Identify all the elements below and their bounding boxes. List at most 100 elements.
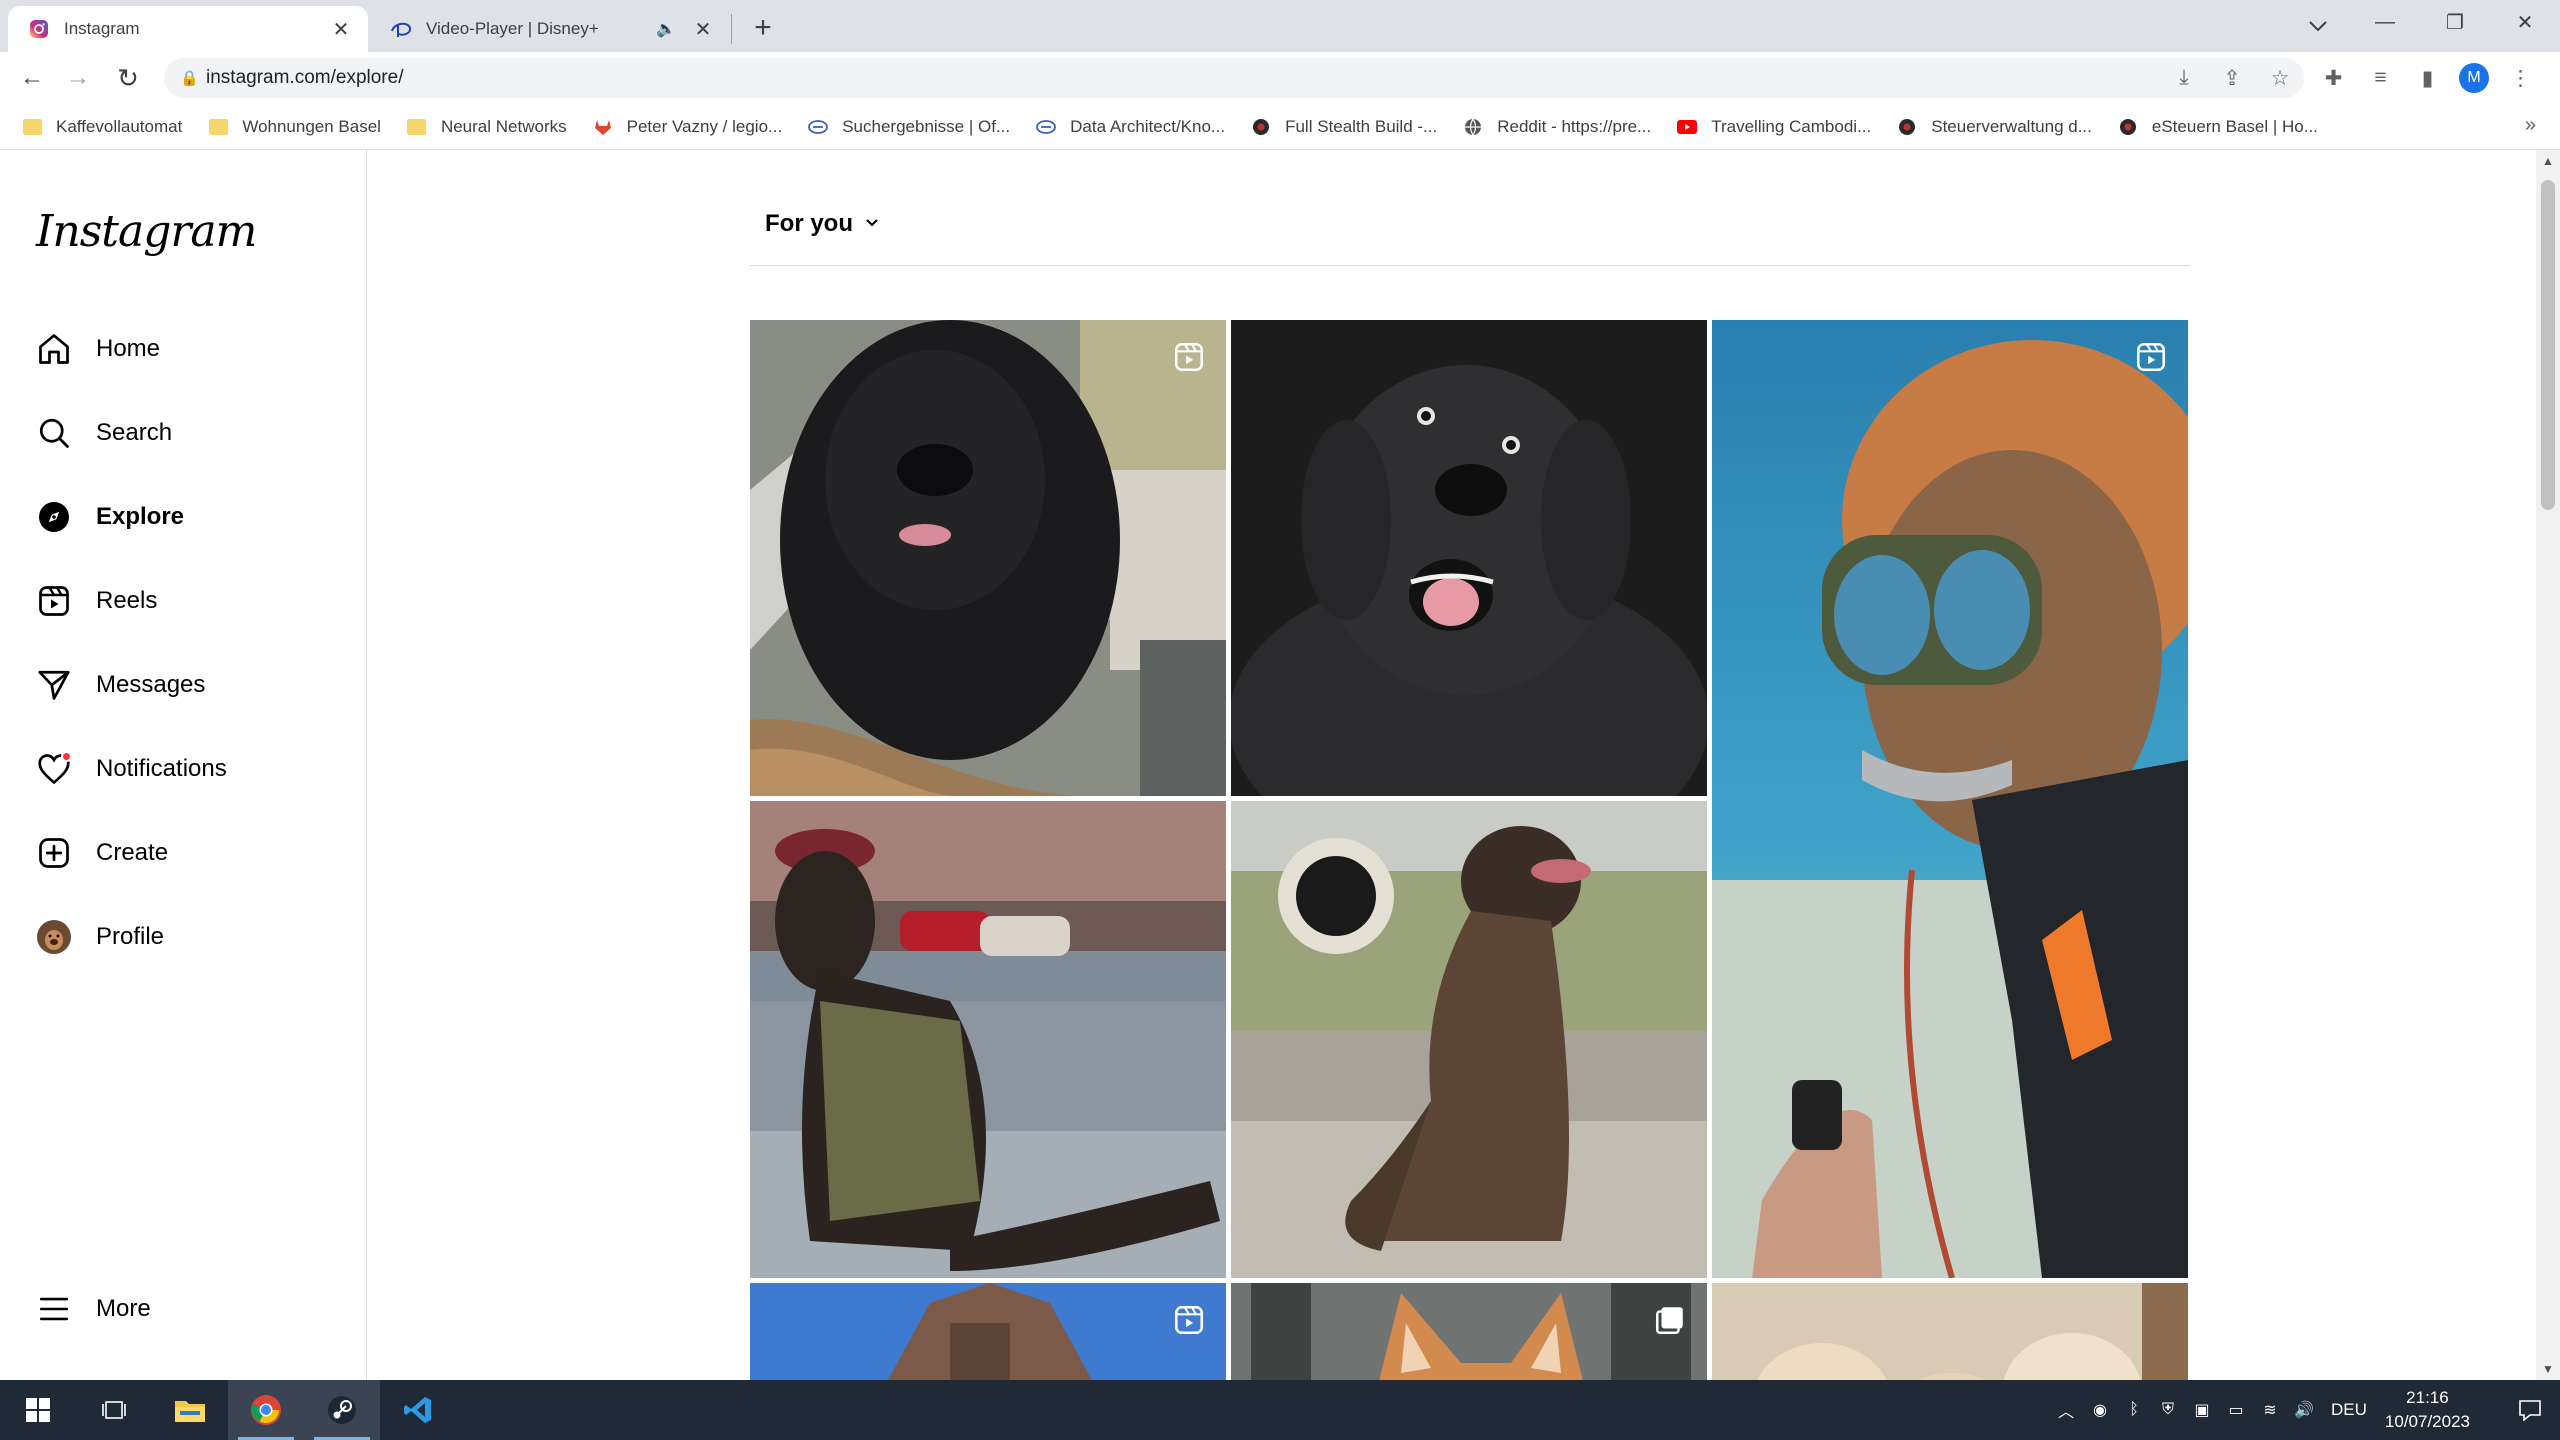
- explore-post-tile[interactable]: [1712, 1283, 2188, 1380]
- nav-messages[interactable]: Messages: [34, 661, 205, 709]
- bookmark-item[interactable]: Travelling Cambodi...: [1677, 117, 1871, 137]
- nav-notifications[interactable]: Notifications: [34, 745, 227, 793]
- kebab-menu-icon[interactable]: ⋮: [2497, 60, 2544, 96]
- clock-date: 10/07/2023: [2384, 1412, 2470, 1431]
- chrome-taskbar-icon[interactable]: [228, 1380, 304, 1440]
- action-center-icon[interactable]: [2500, 1399, 2560, 1421]
- steam-taskbar-icon[interactable]: [304, 1380, 380, 1440]
- new-tab-button[interactable]: +: [745, 10, 781, 46]
- nav-label: Home: [96, 335, 161, 362]
- share-icon[interactable]: ⇪: [2208, 60, 2256, 96]
- scroll-down-arrow-icon[interactable]: ▼: [2536, 1362, 2560, 1376]
- bookmark-item[interactable]: Neural Networks: [407, 117, 567, 137]
- clock[interactable]: 21:16 10/07/2023: [2385, 1386, 2470, 1434]
- nav-create[interactable]: Create: [34, 829, 168, 877]
- file-explorer-icon[interactable]: [152, 1380, 228, 1440]
- bookmark-item[interactable]: Wohnungen Basel: [208, 117, 381, 137]
- bookmark-item[interactable]: Data Architect/Kno...: [1036, 117, 1225, 137]
- tab-search-chevron-icon[interactable]: [2300, 8, 2336, 44]
- lock-icon[interactable]: 🔒: [180, 69, 206, 87]
- nav-more[interactable]: More: [34, 1285, 151, 1333]
- task-view-icon[interactable]: [76, 1380, 152, 1440]
- install-app-icon[interactable]: ⤓: [2160, 60, 2208, 96]
- search-icon: [34, 413, 74, 453]
- speaker-icon[interactable]: 🔈: [656, 19, 676, 39]
- forward-arrow-icon[interactable]: →: [60, 60, 96, 96]
- bookmark-item[interactable]: Kaffevollautomat: [22, 117, 182, 137]
- for-you-label: For you: [765, 210, 853, 237]
- site-icon: [1251, 117, 1271, 137]
- bookmark-star-icon[interactable]: ☆: [2256, 60, 2304, 96]
- nav-label: More: [96, 1295, 151, 1322]
- url-text[interactable]: instagram.com/explore/: [206, 67, 2160, 89]
- bluetooth-icon[interactable]: ᛒ: [2117, 1380, 2151, 1440]
- folder-icon: [208, 117, 228, 137]
- post-image-fox: [1231, 1283, 1707, 1380]
- security-shield-icon[interactable]: ⛨: [2151, 1380, 2185, 1440]
- bookmark-item[interactable]: Reddit - https://pre...: [1463, 117, 1651, 137]
- instagram-logo[interactable]: Instagram: [36, 206, 257, 257]
- reels-badge-icon: [2134, 340, 2168, 374]
- address-bar[interactable]: 🔒 instagram.com/explore/ ⤓ ⇪ ☆: [164, 58, 2304, 98]
- hamburger-menu-icon: [34, 1289, 74, 1329]
- bookmark-item[interactable]: Peter Vazny / legio...: [593, 116, 783, 137]
- gitlab-icon: [593, 117, 613, 137]
- bookmark-label: Peter Vazny / legio...: [626, 116, 783, 136]
- close-tab-icon[interactable]: ✕: [328, 16, 354, 42]
- reload-icon[interactable]: ↻: [110, 60, 146, 96]
- for-you-dropdown[interactable]: For you: [765, 210, 879, 238]
- steam-tray-icon[interactable]: ◉: [2083, 1380, 2117, 1440]
- profile-avatar[interactable]: M: [2459, 63, 2489, 93]
- minimize-icon[interactable]: —: [2350, 0, 2420, 44]
- bookmark-label: Data Architect/Kno...: [1070, 116, 1226, 136]
- battery-icon[interactable]: ▭: [2219, 1380, 2253, 1440]
- tab-disney[interactable]: Video-Player | Disney+ 🔈 ✕: [372, 6, 730, 52]
- bookmark-item[interactable]: Suchergebnisse | Of...: [808, 117, 1010, 137]
- scroll-up-arrow-icon[interactable]: ▲: [2536, 154, 2560, 168]
- nav-reels[interactable]: Reels: [34, 577, 157, 625]
- link-icon: [808, 117, 829, 137]
- nav-explore[interactable]: Explore: [34, 493, 184, 541]
- display-icon[interactable]: ▣: [2185, 1380, 2219, 1440]
- bookmark-item[interactable]: Full Stealth Build -...: [1251, 117, 1437, 137]
- tray-overflow-chevron-icon[interactable]: ︿: [2049, 1380, 2083, 1440]
- folder-icon: [22, 117, 42, 137]
- explore-post-tile[interactable]: [1712, 320, 2188, 1278]
- scrollbar-thumb[interactable]: [2541, 180, 2555, 510]
- nav-label: Reels: [96, 587, 158, 614]
- explore-post-tile[interactable]: [1231, 320, 1707, 796]
- wifi-icon[interactable]: ≋: [2253, 1380, 2287, 1440]
- explore-post-tile[interactable]: [750, 1283, 1226, 1380]
- volume-icon[interactable]: 🔊: [2287, 1380, 2321, 1440]
- nav-profile[interactable]: Profile: [34, 913, 164, 961]
- close-window-icon[interactable]: ✕: [2490, 0, 2560, 44]
- nav-label: Notifications: [96, 755, 227, 782]
- input-language[interactable]: DEU: [2331, 1400, 2367, 1420]
- post-image-castle: [750, 1283, 1226, 1380]
- bookmark-label: Kaffevollautomat: [56, 116, 183, 136]
- windows-start-icon[interactable]: [0, 1380, 76, 1440]
- nav-home[interactable]: Home: [34, 325, 160, 373]
- explore-post-tile[interactable]: [1231, 1283, 1707, 1380]
- heart-icon: [34, 749, 74, 789]
- explore-post-tile[interactable]: [750, 320, 1226, 796]
- close-tab-icon[interactable]: ✕: [690, 16, 716, 42]
- bookmark-item[interactable]: eSteuern Basel | Ho...: [2118, 117, 2318, 137]
- restore-icon[interactable]: ❐: [2420, 0, 2490, 44]
- media-control-icon[interactable]: ≡: [2357, 60, 2404, 96]
- instagram-sidebar: Instagram Home Search Explore Reels Mess…: [0, 150, 367, 1380]
- explore-post-tile[interactable]: [1231, 801, 1707, 1278]
- nav-search[interactable]: Search: [34, 409, 172, 457]
- extensions-puzzle-icon[interactable]: ✚: [2310, 60, 2357, 96]
- bookmark-item[interactable]: Steuerverwaltung d...: [1897, 117, 2092, 137]
- page-scrollbar[interactable]: ▲ ▼: [2536, 150, 2560, 1380]
- back-arrow-icon[interactable]: ←: [14, 60, 50, 96]
- tab-instagram[interactable]: Instagram ✕: [8, 6, 368, 52]
- link-icon: [1036, 117, 1057, 137]
- vscode-taskbar-icon[interactable]: [380, 1380, 456, 1440]
- explore-post-tile[interactable]: [750, 801, 1226, 1278]
- bookmarks-overflow-chevron-icon[interactable]: »: [2525, 114, 2536, 137]
- globe-icon: [1463, 117, 1483, 137]
- side-panel-icon[interactable]: ▮: [2404, 60, 2451, 96]
- clock-time: 21:16: [2406, 1388, 2449, 1407]
